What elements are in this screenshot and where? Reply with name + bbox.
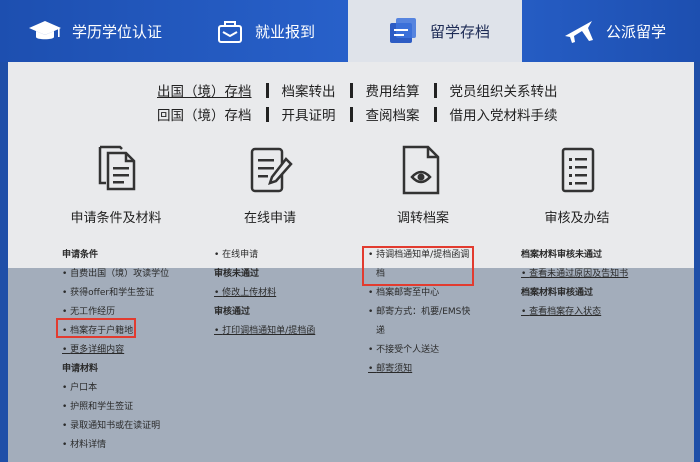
list-item[interactable]: 更多详细内容 — [62, 341, 169, 360]
list-heading: 档案材料审核未通过 — [521, 250, 603, 260]
top-navigation: 学历学位认证 就业报到 留学存档 公派留学 — [0, 0, 700, 62]
airplane-icon — [565, 21, 593, 43]
list-heading: 申请条件 — [62, 250, 99, 260]
job-report-icon — [218, 21, 242, 43]
list-item: 护照和学生签证 — [62, 398, 169, 417]
nav-label: 公派留学 — [606, 22, 667, 41]
link-row-2: 回国（境）存档 开具证明 查阅档案 借用入党材料手续 — [157, 104, 558, 124]
list-item: 材料详情 — [62, 436, 169, 455]
link-divider — [349, 83, 353, 98]
list-item[interactable]: 查看档案存入状态 — [521, 303, 628, 322]
link-party-transfer[interactable]: 党员组织关系转出 — [450, 80, 558, 100]
list-item: 户口本 — [62, 379, 169, 398]
link-divider — [433, 83, 437, 98]
highlight-box — [56, 318, 136, 338]
link-outbound-archive[interactable]: 出国（境）存档 — [157, 80, 252, 100]
link-archive-transfer-out[interactable]: 档案转出 — [282, 80, 336, 100]
link-row-1: 出国（境）存档 档案转出 费用结算 党员组织关系转出 — [157, 80, 558, 100]
column-title-transfer-archive: 调转档案 — [396, 211, 449, 226]
list-item: 邮寄方式：机要/EMS快 — [368, 303, 478, 322]
nav-item-study-abroad-archive[interactable]: 留学存档 — [348, 0, 522, 62]
list-item[interactable]: 查看未通过原因及告知书 — [521, 265, 628, 284]
list-heading: 审核通过 — [214, 307, 251, 317]
link-issue-certificate[interactable]: 开具证明 — [282, 104, 336, 124]
list-requirements: 申请条件自费出国（境）攻读学位获得offer和学生签证无工作经历档案存于户籍地更… — [62, 246, 169, 455]
link-divider — [265, 83, 269, 98]
nav-item-government-sponsored[interactable]: 公派留学 — [562, 0, 666, 62]
list-online-apply: 在线申请审核未通过修改上传材料审核通过打印调档通知单/提档函 — [214, 246, 315, 341]
list-item: 获得offer和学生签证 — [62, 284, 169, 303]
checklist-icon — [561, 147, 595, 193]
nav-item-employment-report[interactable]: 就业报到 — [215, 0, 315, 62]
column-title-review: 审核及办结 — [544, 211, 610, 226]
list-heading: 申请材料 — [62, 364, 99, 374]
nav-label: 留学存档 — [430, 22, 491, 41]
link-divider — [349, 107, 353, 122]
list-item: 递 — [376, 326, 386, 336]
link-view-archive[interactable]: 查阅档案 — [366, 104, 420, 124]
nav-item-degree-certification[interactable]: 学历学位认证 — [28, 0, 162, 62]
list-item[interactable]: 打印调档通知单/提档函 — [214, 322, 315, 341]
column-title-requirements: 申请条件及材料 — [70, 211, 162, 226]
list-heading: 审核未通过 — [214, 269, 260, 279]
graduation-cap-icon — [29, 21, 61, 40]
archive-icon — [390, 18, 416, 43]
list-item: 在线申请 — [214, 246, 315, 265]
list-item: 不接受个人送达 — [368, 341, 478, 360]
link-divider — [433, 107, 437, 122]
list-item: 自费出国（境）攻读学位 — [62, 265, 169, 284]
list-heading: 档案材料审核通过 — [521, 288, 594, 298]
documents-icon — [98, 145, 136, 191]
nav-label: 就业报到 — [255, 22, 316, 41]
list-item[interactable]: 修改上传材料 — [214, 284, 315, 303]
link-borrow-party-materials[interactable]: 借用入党材料手续 — [450, 104, 558, 124]
link-fee-settlement[interactable]: 费用结算 — [366, 80, 420, 100]
column-title-online-apply: 在线申请 — [243, 211, 296, 226]
highlight-box — [362, 246, 474, 286]
edit-form-icon — [250, 147, 293, 193]
list-item: 录取通知书或在读证明 — [62, 417, 169, 436]
file-eye-icon — [402, 145, 440, 195]
list-review: 档案材料审核未通过查看未通过原因及告知书档案材料审核通过查看档案存入状态 — [521, 246, 628, 322]
link-divider — [265, 107, 269, 122]
list-item: 档案邮寄至中心 — [368, 284, 478, 303]
link-return-archive[interactable]: 回国（境）存档 — [157, 104, 252, 124]
list-item[interactable]: 邮寄须知 — [368, 360, 478, 379]
nav-label: 学历学位认证 — [72, 22, 163, 41]
